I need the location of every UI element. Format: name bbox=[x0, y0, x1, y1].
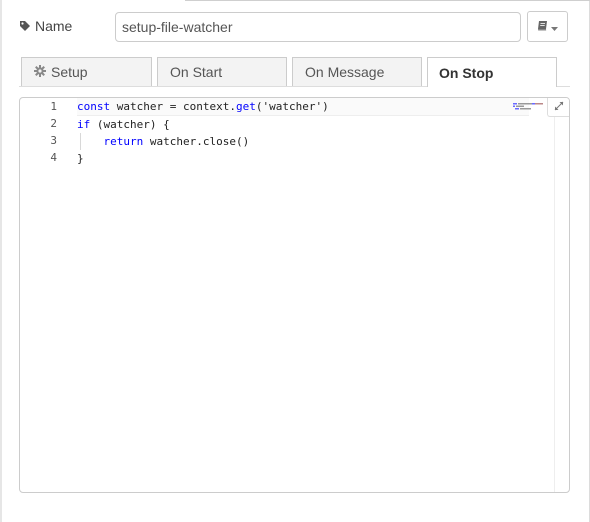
code-line[interactable]: if (watcher) { bbox=[77, 116, 529, 133]
code-keyword: if bbox=[77, 118, 91, 131]
tab-bar: Setup On Start On Message On Stop bbox=[21, 57, 557, 87]
dialog-left-border bbox=[0, 0, 2, 522]
tab-setup-label: Setup bbox=[51, 64, 88, 80]
line-number: 2 bbox=[50, 117, 57, 130]
tag-icon bbox=[19, 20, 31, 32]
gear-icon bbox=[34, 64, 46, 80]
tab-on-message[interactable]: On Message bbox=[292, 57, 422, 86]
minimap[interactable] bbox=[513, 98, 545, 110]
code-line[interactable]: } bbox=[77, 150, 529, 167]
caret-down-icon bbox=[551, 18, 558, 36]
library-button[interactable] bbox=[527, 11, 568, 42]
code-token: watcher.close() bbox=[143, 135, 250, 148]
expand-editor-button[interactable] bbox=[547, 98, 569, 117]
line-number-gutter: 1 2 3 4 bbox=[20, 98, 68, 166]
name-label-text: Name bbox=[35, 18, 73, 34]
tab-on-stop[interactable]: On Stop bbox=[427, 57, 557, 87]
line-number: 4 bbox=[50, 151, 57, 164]
code-token: } bbox=[77, 152, 84, 165]
book-icon bbox=[537, 18, 548, 36]
tab-on-message-label: On Message bbox=[305, 64, 385, 80]
line-number: 3 bbox=[50, 134, 57, 147]
tab-on-stop-label: On Stop bbox=[439, 64, 494, 81]
code-token: (watcher) { bbox=[90, 118, 170, 131]
code-editor[interactable]: 1 2 3 4 const watcher = context.get('wat… bbox=[19, 97, 570, 493]
tab-on-start[interactable]: On Start bbox=[157, 57, 287, 86]
code-line[interactable]: const watcher = context.get('watcher') bbox=[77, 98, 529, 116]
name-label: Name bbox=[19, 18, 72, 34]
indent-guide bbox=[80, 133, 81, 150]
code-area[interactable]: const watcher = context.get('watcher') if… bbox=[77, 98, 529, 167]
code-token: ('watcher') bbox=[255, 100, 329, 113]
line-number: 1 bbox=[50, 100, 57, 113]
code-keyword: get bbox=[235, 100, 256, 113]
expand-icon bbox=[554, 98, 564, 116]
dialog-top-border bbox=[185, 0, 590, 1]
tab-on-start-label: On Start bbox=[170, 64, 223, 80]
editor-scrollbar[interactable] bbox=[554, 117, 569, 492]
code-keyword: const bbox=[77, 100, 111, 113]
name-input[interactable] bbox=[115, 12, 521, 42]
code-line[interactable]: return watcher.close() bbox=[77, 133, 529, 150]
tab-setup[interactable]: Setup bbox=[21, 57, 152, 86]
code-keyword: return bbox=[103, 135, 144, 148]
code-token: watcher = context. bbox=[110, 100, 236, 113]
